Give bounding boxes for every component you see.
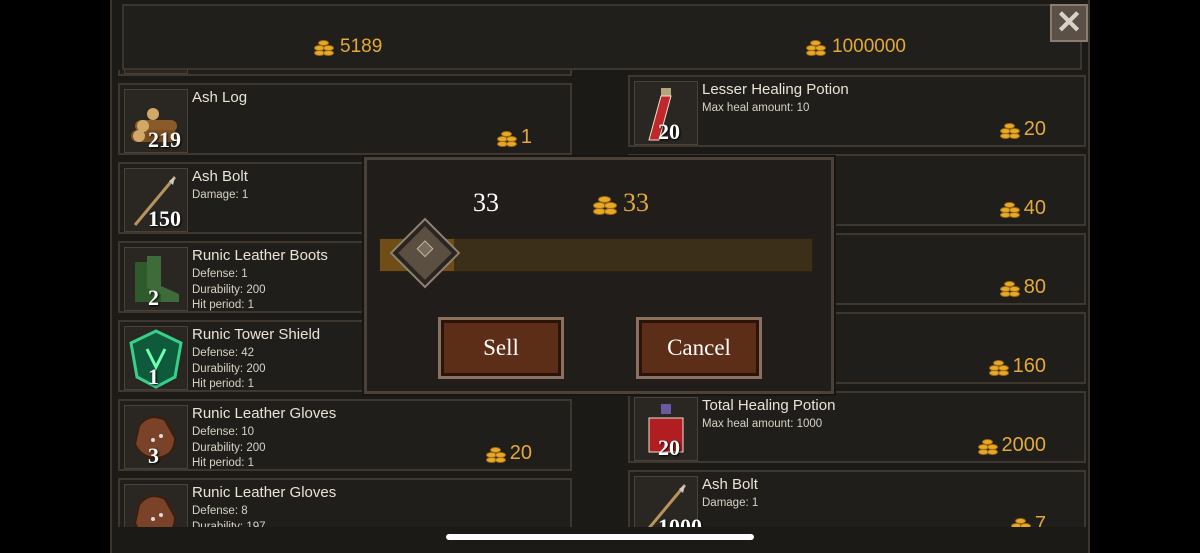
item-name: Ash Bolt <box>192 168 248 185</box>
gold-coins-icon <box>591 190 619 216</box>
gold-coins-icon <box>312 36 336 58</box>
item-price-amount: 160 <box>1012 355 1046 377</box>
gold-header: 5189 1000000 <box>122 4 1082 70</box>
item-price-amount: 7 <box>1034 513 1046 527</box>
item-name: Runic Leather Boots <box>192 247 328 264</box>
item-stats: Damage: 1 <box>192 189 249 201</box>
item-name: Lesser Healing Potion <box>702 81 849 98</box>
gold-coins-icon <box>998 198 1022 220</box>
player-gold: 5189 <box>312 36 382 58</box>
item-row[interactable]: 20 Total Healing Potion Max heal amount: 1… <box>628 391 1086 463</box>
item-stats: Max heal amount: 10 <box>702 102 810 114</box>
item-price: 160 <box>987 355 1046 378</box>
merchant-gold: 1000000 <box>804 36 906 58</box>
item-row[interactable]: 20 Lesser Healing Potion Max heal amount: … <box>628 75 1086 147</box>
item-row[interactable]: Hit period: 112 <box>118 70 572 76</box>
item-stats: Max heal amount: 1000 <box>702 418 823 430</box>
quantity-slider[interactable] <box>379 220 813 286</box>
item-price-amount: 1 <box>520 126 532 148</box>
item-stats: Defense: 8 Durability: 197 <box>192 505 266 527</box>
item-price: 80 <box>998 276 1046 299</box>
home-indicator[interactable] <box>446 534 754 540</box>
item-price-amount: 2000 <box>1001 434 1047 456</box>
item-stats: Damage: 1 <box>702 497 759 509</box>
gold-coins-icon <box>804 36 828 58</box>
sell-quantity-dialog: 33 33 Sell Cancel <box>364 157 834 394</box>
sell-total-amount: 33 <box>623 188 649 217</box>
gold-coins-icon <box>484 443 508 465</box>
item-price: 20 <box>998 118 1046 141</box>
item-price: 40 <box>998 197 1046 220</box>
item-quantity: 219 <box>148 127 181 152</box>
item-name: Ash Log <box>192 89 248 106</box>
item-name: Total Healing Potion <box>702 397 836 414</box>
close-button[interactable]: ✕ <box>1050 4 1088 42</box>
gold-coins-icon <box>998 119 1022 141</box>
item-name: Runic Tower Shield <box>192 326 321 343</box>
gold-coins-icon <box>987 356 1011 378</box>
item-price-amount: 80 <box>1023 276 1046 298</box>
item-price-amount: 40 <box>1023 197 1046 219</box>
gold-coins-icon <box>998 277 1022 299</box>
sell-total-price: 33 <box>591 188 649 218</box>
item-price-amount: 20 <box>1023 118 1046 140</box>
item-stats: Defense: 10 Durability: 200 Hit period: … <box>192 426 266 469</box>
item-price: 2000 <box>976 434 1047 457</box>
item-quantity: 2 <box>148 285 159 310</box>
item-price: 1 <box>495 126 532 149</box>
item-quantity: 1 <box>148 364 159 389</box>
item-price: 7 <box>1009 513 1046 527</box>
sell-button[interactable]: Sell <box>438 317 564 379</box>
merchant-gold-amount: 1000000 <box>832 36 906 57</box>
item-row[interactable]: Runic Leather Gloves Defense: 8 Durabilit… <box>118 478 572 527</box>
sell-quantity: 33 <box>473 188 499 217</box>
item-price: 20 <box>484 442 532 465</box>
item-name: Runic Leather Gloves <box>192 484 337 501</box>
item-stats: Defense: 42 Durability: 200 Hit period: … <box>192 347 266 390</box>
player-gold-amount: 5189 <box>340 36 383 57</box>
item-name: Ash Bolt <box>702 476 758 493</box>
item-row[interactable]: 3 Runic Leather Gloves Defense: 10 Durabil… <box>118 399 572 471</box>
gold-coins-icon <box>1009 514 1033 527</box>
item-quantity: 1000 <box>658 514 702 527</box>
partial-item-icon <box>124 70 188 74</box>
item-quantity: 150 <box>148 206 181 231</box>
item-stats: Defense: 1 Durability: 200 Hit period: 1 <box>192 268 266 311</box>
close-icon: ✕ <box>1055 4 1083 40</box>
item-row[interactable]: 1000 Ash Bolt Damage: 1 7 <box>628 470 1086 527</box>
item-quantity: 20 <box>658 119 680 144</box>
gold-coins-icon <box>976 435 1000 457</box>
gold-coins-icon <box>495 127 519 149</box>
slider-handle[interactable] <box>392 220 458 286</box>
cancel-button[interactable]: Cancel <box>636 317 762 379</box>
item-name: Runic Leather Gloves <box>192 405 337 422</box>
item-quantity: 20 <box>658 435 680 460</box>
item-price-amount: 20 <box>509 442 532 464</box>
item-row[interactable]: 219 Ash Log 1 <box>118 83 572 155</box>
item-quantity: 3 <box>148 443 159 468</box>
gloves-icon <box>124 484 188 527</box>
